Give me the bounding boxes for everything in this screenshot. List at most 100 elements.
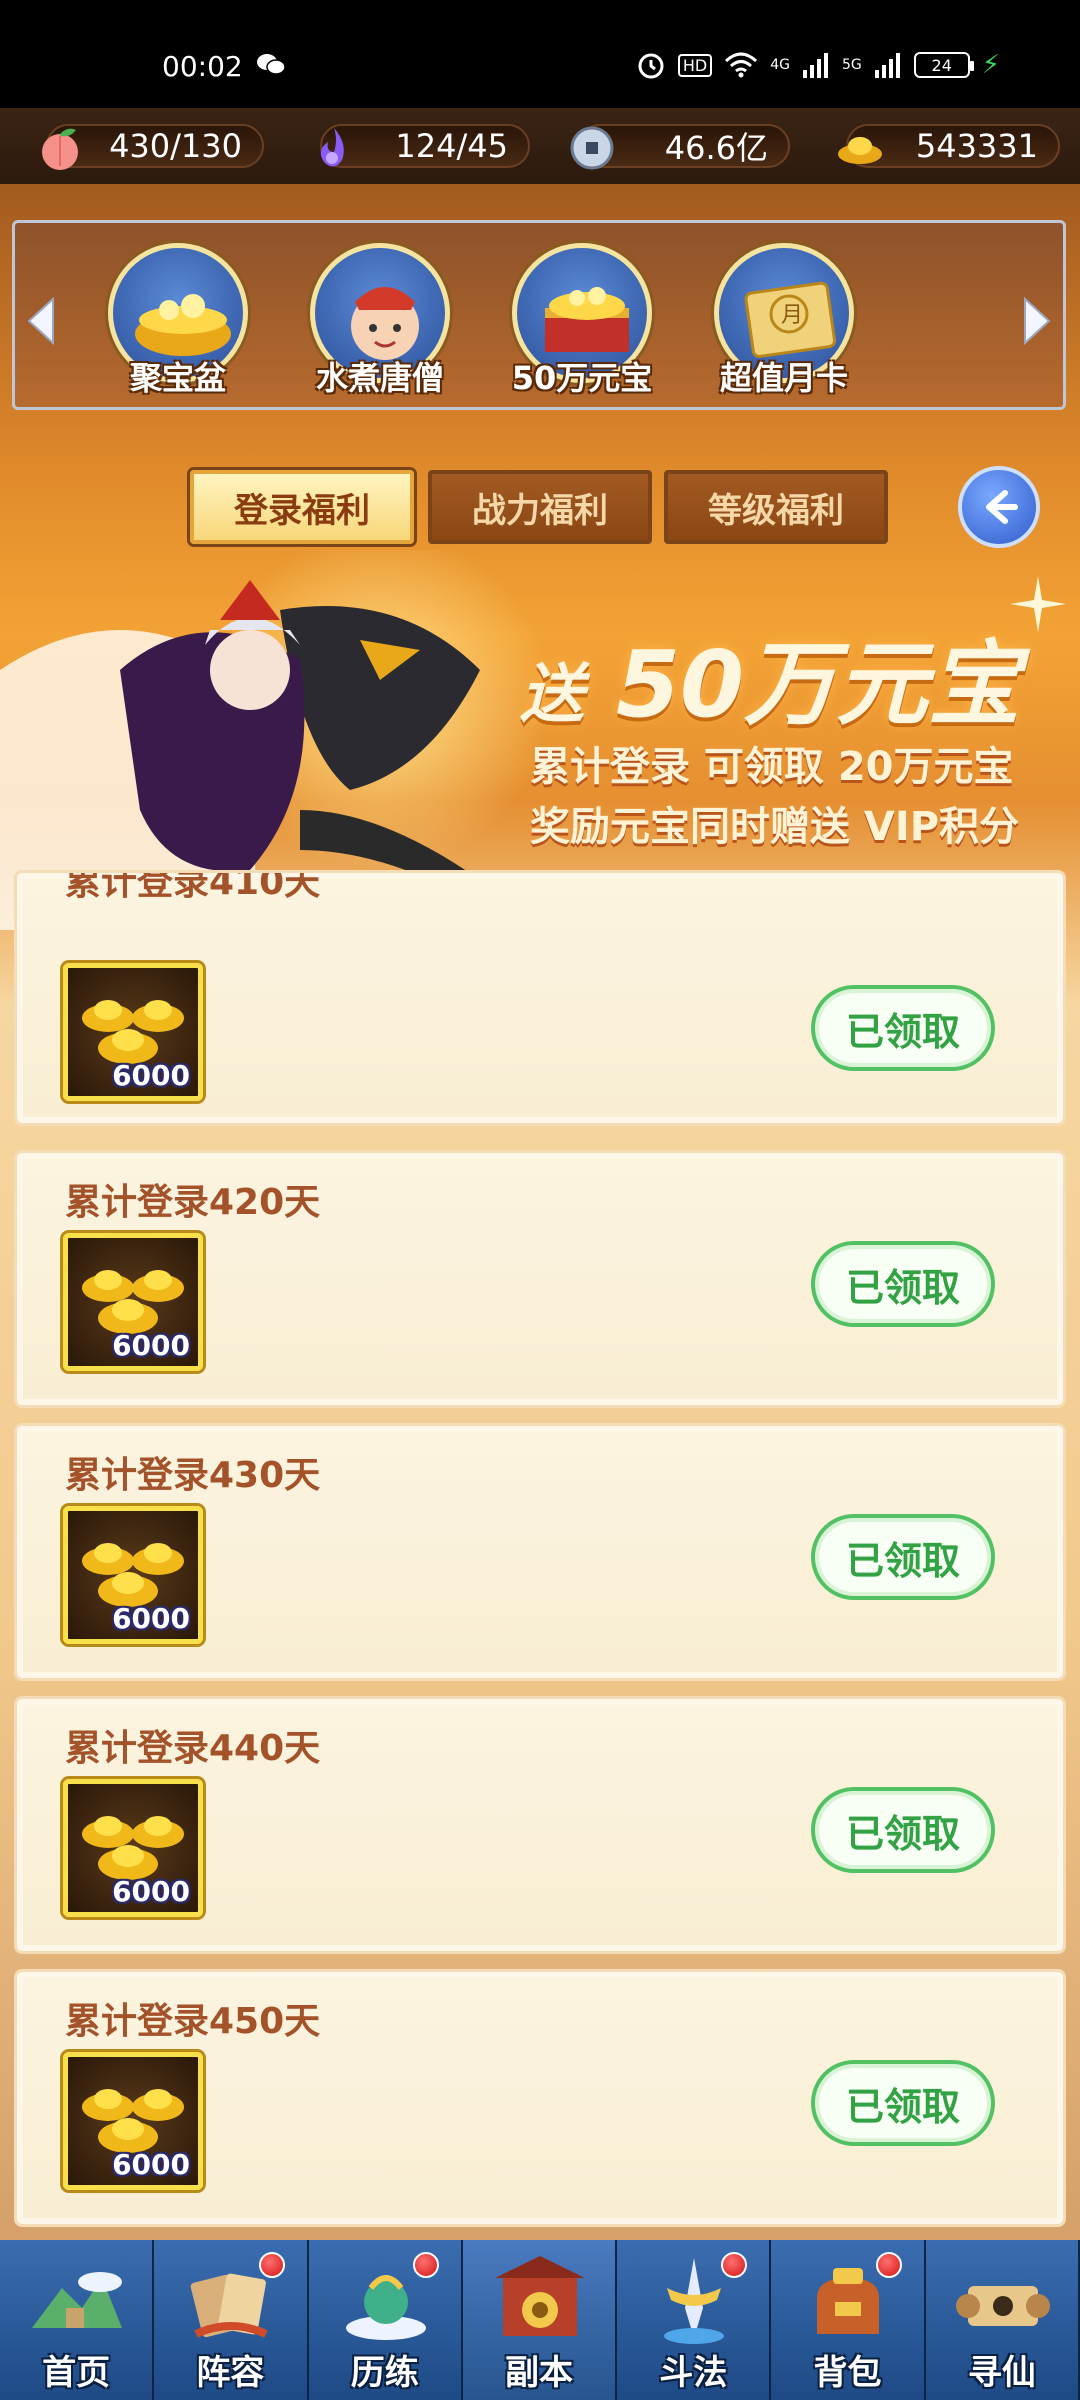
battery-icon: 24 — [913, 52, 974, 78]
nav-battle[interactable]: 斗法 — [617, 2240, 772, 2400]
wifi-icon — [725, 52, 758, 78]
coin-icon — [570, 126, 614, 170]
activity-month-card[interactable]: 月 超值月卡 — [709, 243, 859, 403]
charging-icon: ⚡ — [981, 50, 1000, 80]
network-5g-label: 5G — [841, 57, 862, 73]
peach-icon — [42, 128, 78, 170]
activity-label: 50万元宝 — [511, 359, 653, 397]
signal-icon — [874, 53, 900, 78]
activity-monk[interactable]: 水煮唐僧 — [305, 243, 455, 403]
resource-value: 430/130 — [109, 127, 242, 165]
signal-icon — [802, 53, 828, 78]
item-count: 6000 — [112, 1329, 190, 1362]
nav-label: 寻仙 — [967, 2353, 1036, 2393]
bottom-nav: 首页 阵容 历练 副本 斗法 背包 寻仙 — [0, 2240, 1080, 2400]
back-arrow-icon — [986, 490, 1018, 524]
banner-title-prefix: 送 — [520, 658, 584, 732]
resource-gold[interactable]: 543331 — [838, 124, 1060, 168]
claimed-label: 已领取 — [845, 2084, 960, 2129]
resource-bar: 430/130 124/45 46.6亿 543331 — [0, 108, 1080, 184]
banner-line-1: 累计登录 可领取 20万元宝 — [530, 744, 1014, 790]
seek-immortal-icon — [955, 2286, 1050, 2326]
alarm-icon — [638, 53, 664, 79]
resource-stamina[interactable]: 430/130 — [42, 124, 264, 170]
item-count: 6000 — [112, 1059, 190, 1092]
resource-value: 543331 — [915, 127, 1038, 165]
tab-login-rewards[interactable]: 登录福利 — [190, 470, 414, 544]
nav-training[interactable]: 历练 — [308, 2240, 463, 2400]
gold-ingot-item[interactable]: 6000 — [63, 1779, 203, 1917]
notification-dot — [258, 2252, 285, 2278]
resource-coin[interactable]: 46.6亿 — [570, 124, 790, 170]
tab-label: 战力福利 — [472, 490, 608, 531]
notification-dot — [875, 2252, 902, 2278]
nav-label: 阵容 — [196, 2353, 265, 2393]
reward-row: 累计登录410天 6000 已领取 — [14, 870, 1066, 1126]
dungeon-icon — [494, 2256, 585, 2336]
battery-level: 24 — [931, 55, 952, 75]
nav-label: 斗法 — [659, 2353, 728, 2393]
gold-ingot-icon — [838, 137, 882, 164]
nav-seek-immortal[interactable]: 寻仙 — [925, 2240, 1080, 2400]
item-count: 6000 — [112, 2148, 190, 2181]
banner-title: 送 50万元宝 — [520, 610, 1020, 743]
activity-label: 超值月卡 — [719, 359, 848, 397]
notification-dot — [412, 2252, 439, 2278]
nav-backpack[interactable]: 背包 — [771, 2240, 926, 2400]
soul-flame-icon — [320, 128, 344, 167]
nav-label: 首页 — [42, 2353, 111, 2393]
home-icon — [32, 2272, 122, 2328]
status-time: 00:02 — [162, 50, 243, 83]
claimed-label: 已领取 — [845, 1538, 960, 1583]
claimed-label: 已领取 — [845, 1265, 960, 1310]
nav-label: 背包 — [813, 2353, 882, 2393]
claimed-button[interactable]: 已领取 — [811, 1241, 995, 1327]
item-count: 6000 — [112, 1875, 190, 1908]
wechat-icon — [257, 54, 286, 75]
reward-title: 累计登录420天 — [65, 1182, 321, 1223]
scroll-left-button[interactable] — [21, 293, 61, 349]
activity-treasure-bowl[interactable]: 聚宝盆 — [103, 243, 253, 403]
network-4g-label: 4G — [770, 57, 790, 73]
nav-label: 副本 — [504, 2353, 573, 2393]
reward-title: 累计登录430天 — [65, 1455, 321, 1496]
item-count: 6000 — [112, 1602, 190, 1635]
arrow-left-icon — [27, 296, 54, 346]
gold-ingot-item[interactable]: 6000 — [63, 1233, 203, 1371]
reward-title: 累计登录440天 — [65, 1728, 321, 1769]
nav-dungeon[interactable]: 副本 — [462, 2240, 618, 2400]
tab-level-rewards[interactable]: 等级福利 — [664, 470, 888, 544]
activity-treasure-chest[interactable]: 50万元宝 — [507, 243, 657, 403]
gold-ingot-item[interactable]: 6000 — [63, 1506, 203, 1644]
tab-power-rewards[interactable]: 战力福利 — [428, 470, 652, 544]
scroll-right-button[interactable] — [1017, 293, 1057, 349]
back-button[interactable] — [958, 466, 1040, 548]
activity-label: 聚宝盆 — [129, 359, 226, 397]
gold-ingot-item[interactable]: 6000 — [63, 963, 203, 1101]
resource-value: 46.6亿 — [664, 129, 768, 167]
status-bar: 00:02 HD 4G 5G 24 ⚡ — [0, 0, 1080, 108]
banner-title-main: 50万元宝 — [616, 631, 1021, 738]
resource-spirit[interactable]: 124/45 — [320, 124, 530, 168]
svg-text:月: 月 — [781, 303, 803, 328]
reward-title: 累计登录450天 — [65, 2001, 321, 2042]
sparkle-icon — [1010, 576, 1066, 632]
gold-ingot-item[interactable]: 6000 — [63, 2052, 203, 2190]
banner-line-2: 奖励元宝同时赠送 VIP积分 — [530, 804, 1020, 850]
reward-row: 累计登录440天 6000 已领取 — [14, 1696, 1066, 1954]
nav-lineup[interactable]: 阵容 — [154, 2240, 309, 2400]
tab-label: 登录福利 — [234, 490, 370, 531]
tab-label: 等级福利 — [708, 490, 844, 531]
nav-home[interactable]: 首页 — [0, 2240, 155, 2400]
activity-strip: 聚宝盆 水煮唐僧 50万元宝 月 超值月卡 — [12, 220, 1066, 410]
claimed-button[interactable]: 已领取 — [811, 1787, 995, 1873]
reward-row: 累计登录420天 6000 已领取 — [14, 1150, 1066, 1408]
claimed-button[interactable]: 已领取 — [811, 985, 995, 1071]
reward-title: 累计登录410天 — [65, 870, 321, 903]
claimed-button[interactable]: 已领取 — [811, 1514, 995, 1600]
arrow-right-icon — [1024, 296, 1051, 346]
claimed-label: 已领取 — [845, 1811, 960, 1856]
claimed-button[interactable]: 已领取 — [811, 2060, 995, 2146]
reward-row: 累计登录450天 6000 已领取 — [14, 1969, 1066, 2227]
reward-row: 累计登录430天 6000 已领取 — [14, 1423, 1066, 1681]
